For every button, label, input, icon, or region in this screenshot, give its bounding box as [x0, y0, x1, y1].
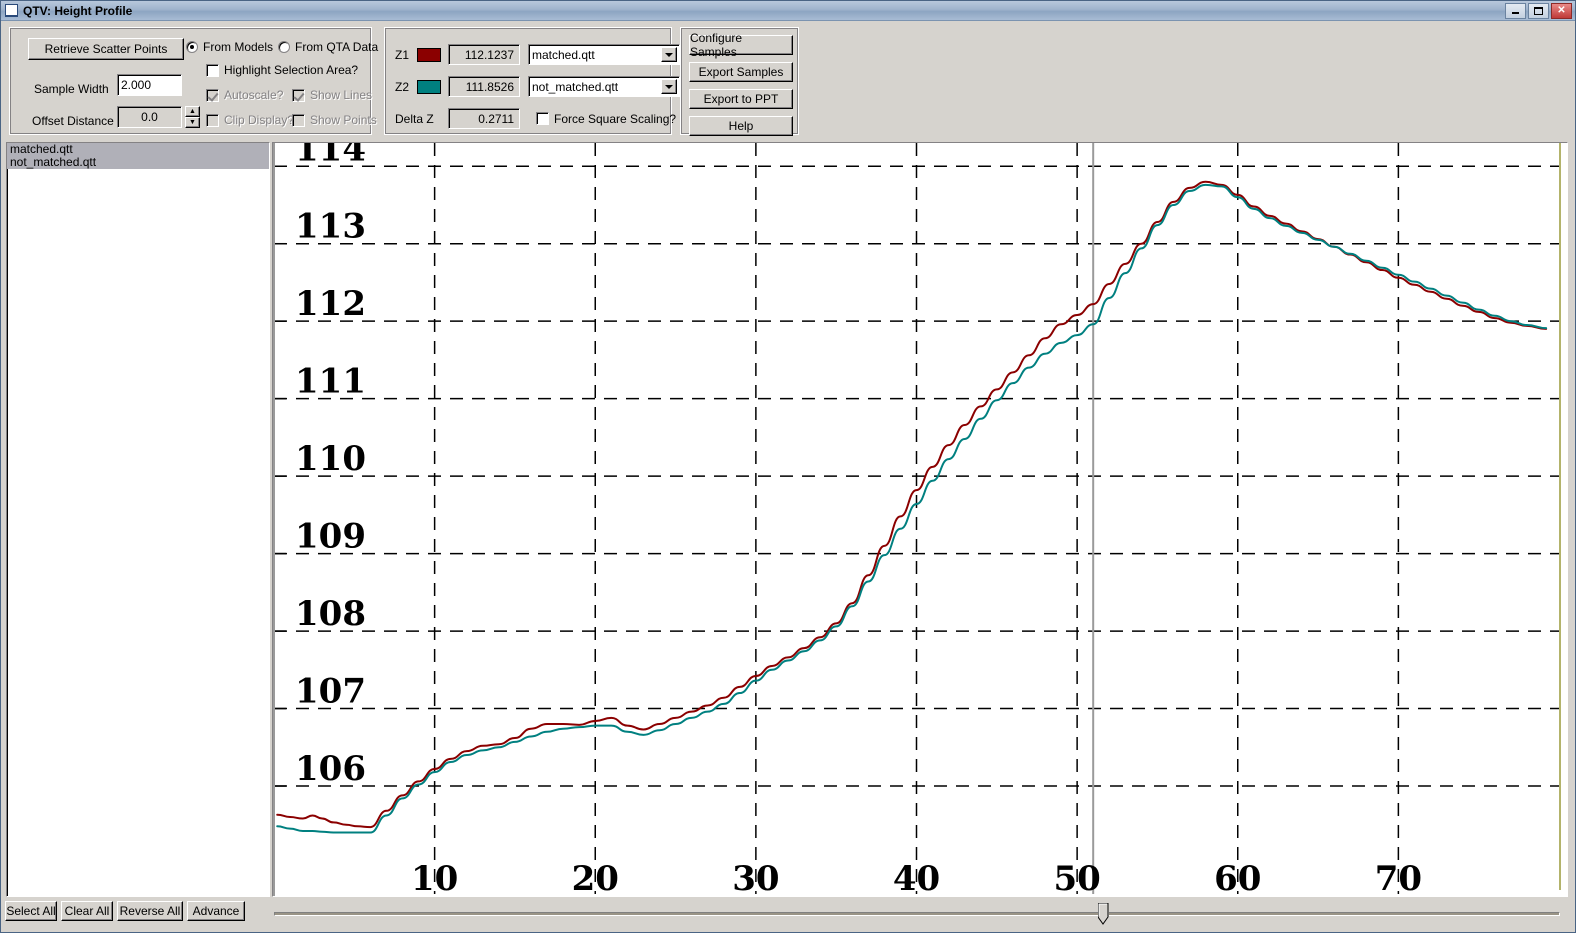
radio-from-models[interactable]: From Models [186, 40, 273, 54]
checkbox-show-lines: Show Lines [292, 88, 372, 102]
z1-row: Z1 112.1237 matched.qtt [395, 44, 680, 65]
toolbar: Retrieve Scatter Points Sample Width 2.0… [1, 22, 1575, 140]
chart-canvas: 106 107 108 109 110 111 112 113 114 10 20 30 40 50 60 7… [273, 143, 1567, 896]
sample-list[interactable]: matched.qtt not_matched.qtt [6, 142, 270, 897]
z1-color-swatch [417, 47, 441, 62]
checkbox-highlight-selection-area[interactable]: Highlight Selection Area? [206, 63, 358, 77]
clear-all-button[interactable]: Clear All [61, 901, 113, 921]
y-axis-tick-label: 113 [295, 207, 366, 247]
slider-thumb-icon [1097, 902, 1109, 925]
height-profile-chart[interactable]: 106 107 108 109 110 111 112 113 114 10 20 30 40 50 60 7… [272, 142, 1568, 897]
checkbox-clip-display-label: Clip Display? [224, 113, 295, 127]
stepper-down-icon[interactable]: ▼ [185, 117, 200, 128]
slider-thumb[interactable] [1097, 902, 1109, 925]
bottom-bar: Select All Clear All Reverse All Advance [1, 897, 1575, 932]
configure-samples-button[interactable]: Configure Samples [689, 31, 793, 59]
z2-file-label: not_matched.qtt [532, 79, 619, 94]
chevron-down-icon[interactable] [661, 47, 677, 62]
y-axis-tick-label: 108 [295, 594, 366, 634]
sample-width-input[interactable]: 2.000 [117, 74, 182, 96]
sample-width-label: Sample Width [34, 82, 109, 96]
z1-value: 112.1237 [448, 44, 520, 65]
retrieve-scatter-points-button[interactable]: Retrieve Scatter Points [28, 38, 184, 60]
stepper-up-icon[interactable]: ▲ [185, 106, 200, 117]
x-axis-tick-label: 20 [572, 859, 619, 896]
advance-button[interactable]: Advance [187, 901, 245, 921]
y-axis-tick-label: 112 [295, 284, 366, 324]
chevron-down-icon[interactable] [661, 79, 677, 94]
x-axis-tick-label: 70 [1375, 859, 1422, 896]
checkbox-show-points-label: Show Points [310, 113, 377, 127]
checkbox-clip-display: Clip Display? [206, 113, 294, 127]
z2-color-swatch [417, 79, 441, 94]
close-icon: ✕ [1557, 4, 1566, 16]
window-icon [5, 4, 18, 17]
qtv-height-profile-window: QTV: Height Profile ✕ Retrieve Scatter P… [0, 0, 1576, 933]
export-samples-button[interactable]: Export Samples [689, 62, 793, 82]
maximize-icon [1534, 6, 1543, 15]
minimize-icon [1512, 12, 1519, 14]
checkbox-highlight-selection-area-icon [206, 63, 219, 77]
x-axis-tick-label: 60 [1214, 859, 1261, 896]
x-axis-tick-label: 30 [732, 859, 779, 896]
delta-z-label: Delta Z [395, 111, 434, 126]
checkbox-force-square-scaling[interactable]: Force Square Scaling? [536, 112, 676, 126]
offset-distance-stepper[interactable]: ▲ ▼ [185, 106, 200, 128]
radio-from-qta-data-label: From QTA Data [295, 40, 379, 54]
minimize-button[interactable] [1505, 2, 1526, 19]
checkbox-clip-display-icon [206, 113, 219, 127]
radio-from-qta-data-icon [278, 41, 290, 53]
offset-distance-label: Offset Distance [32, 114, 114, 128]
x-axis-tick-label: 50 [1053, 859, 1100, 896]
offset-distance-input[interactable]: 0.0 [117, 106, 182, 128]
radio-from-models-icon [186, 41, 198, 53]
checkbox-force-square-scaling-label: Force Square Scaling? [554, 111, 677, 126]
delta-z-row: Delta Z 0.2711 Force Square Scaling? [395, 108, 676, 129]
select-all-button[interactable]: Select All [5, 901, 57, 921]
z1-file-label: matched.qtt [532, 47, 595, 62]
y-axis-tick-label: 114 [295, 143, 366, 169]
y-axis-tick-label: 111 [295, 362, 366, 402]
list-item[interactable]: not_matched.qtt [7, 156, 269, 169]
checkbox-autoscale-icon [206, 88, 219, 102]
z1-file-combobox[interactable]: matched.qtt [528, 44, 680, 65]
radio-from-models-label: From Models [203, 40, 274, 54]
title-bar: QTV: Height Profile ✕ [1, 1, 1575, 21]
z2-label: Z2 [395, 79, 410, 94]
checkbox-show-lines-label: Show Lines [310, 88, 373, 102]
maximize-button[interactable] [1528, 2, 1549, 19]
y-axis-tick-label: 110 [295, 439, 366, 479]
profile-position-slider[interactable] [269, 901, 1565, 927]
z2-value: 111.8526 [448, 76, 520, 97]
checkbox-show-lines-icon [292, 88, 305, 102]
z1-label: Z1 [395, 47, 410, 62]
close-button[interactable]: ✕ [1551, 2, 1572, 19]
z-values-group: Z1 112.1237 matched.qtt Z2 111.8526 not_… [384, 27, 680, 135]
scatter-points-group: Retrieve Scatter Points Sample Width 2.0… [9, 27, 378, 135]
z2-file-combobox[interactable]: not_matched.qtt [528, 76, 680, 97]
y-axis-tick-label: 107 [295, 672, 366, 712]
y-axis-tick-label: 109 [295, 517, 366, 557]
checkbox-autoscale: Autoscale? [206, 88, 283, 102]
window-title: QTV: Height Profile [23, 3, 133, 18]
export-to-ppt-button[interactable]: Export to PPT [689, 89, 793, 109]
checkbox-force-square-scaling-icon [536, 112, 549, 125]
window-controls: ✕ [1505, 2, 1575, 19]
z2-row: Z2 111.8526 not_matched.qtt [395, 76, 680, 97]
help-button[interactable]: Help [689, 116, 793, 136]
slider-groove [274, 912, 1560, 916]
checkbox-autoscale-label: Autoscale? [224, 88, 284, 102]
x-axis-tick-label: 40 [893, 859, 940, 896]
delta-z-value: 0.2711 [448, 108, 520, 129]
radio-from-qta-data[interactable]: From QTA Data [278, 40, 378, 54]
reverse-all-button[interactable]: Reverse All [117, 901, 183, 921]
x-axis-tick-label: 10 [411, 859, 458, 896]
actions-group: Configure Samples Export Samples Export … [680, 27, 799, 136]
checkbox-highlight-selection-area-label: Highlight Selection Area? [224, 63, 359, 77]
checkbox-show-points-icon [292, 113, 305, 127]
y-axis-tick-label: 106 [295, 749, 366, 789]
checkbox-show-points: Show Points [292, 113, 377, 127]
